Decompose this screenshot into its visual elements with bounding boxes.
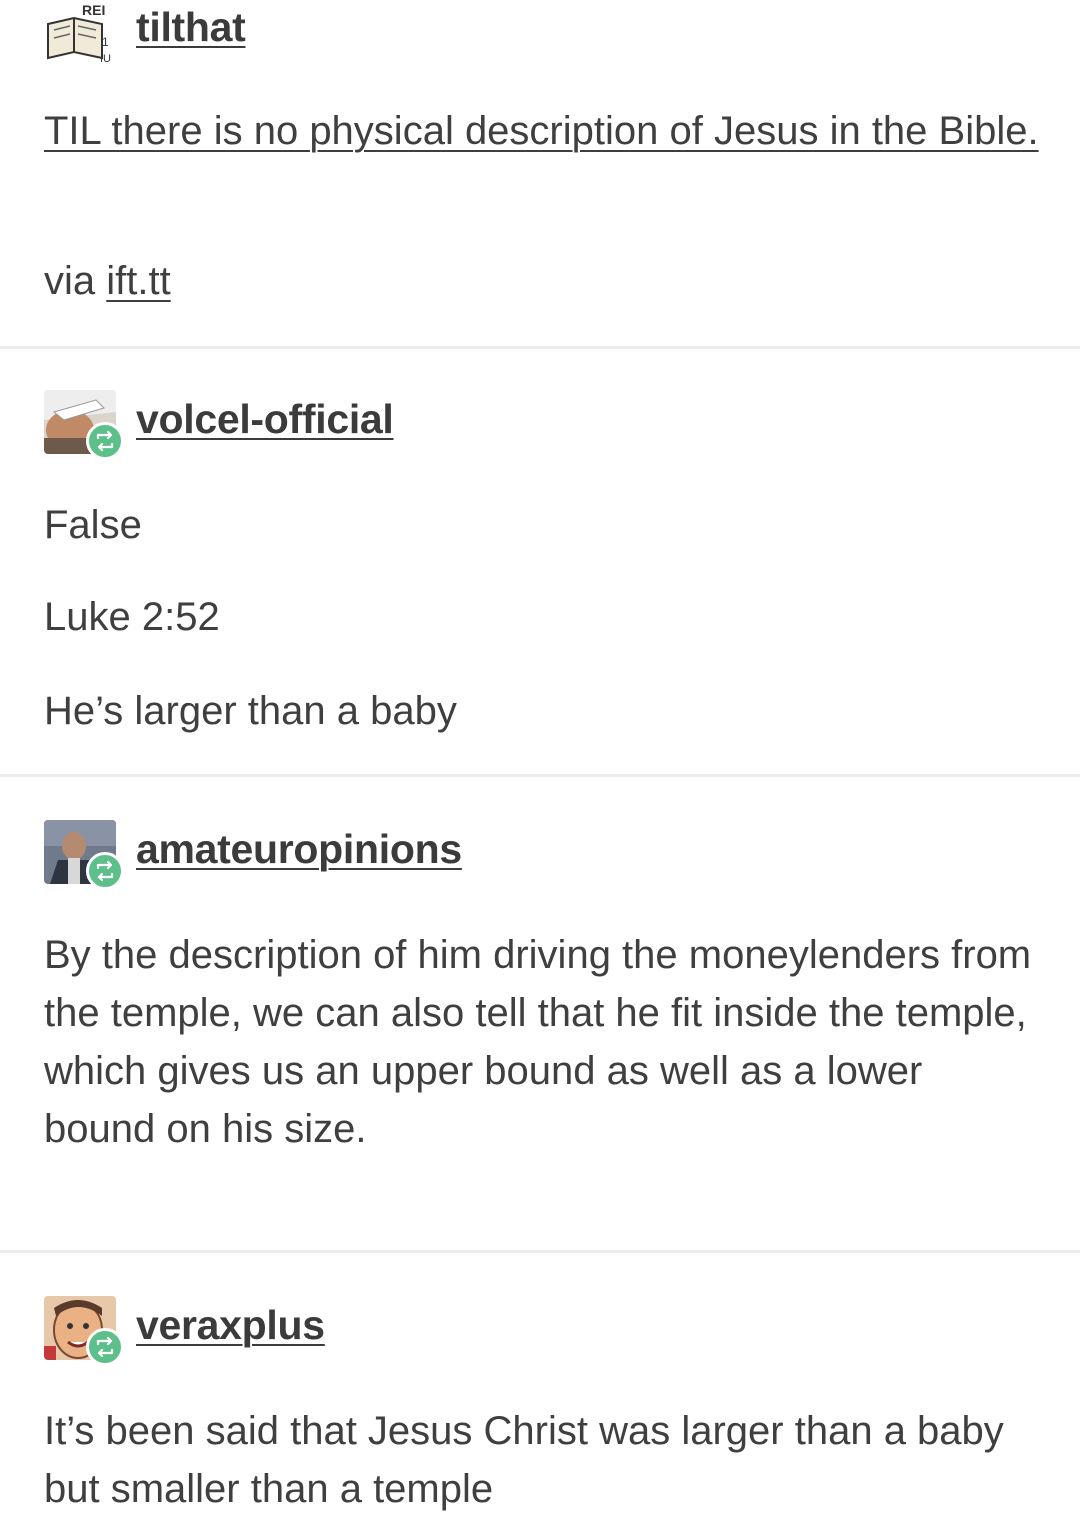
username-link[interactable]: veraxplus [136, 1302, 325, 1349]
reblog-icon [86, 852, 124, 890]
post-line: False [44, 503, 142, 547]
divider [0, 774, 1080, 777]
svg-text:REI: REI [82, 2, 105, 18]
via-line: via ift.tt [44, 252, 1054, 310]
book-avatar-icon: REI 1 IU [44, 2, 116, 66]
post-body: It’s been said that Jesus Christ was lar… [44, 1409, 1004, 1511]
reblog-icon [86, 422, 124, 460]
post-body: By the description of him driving the mo… [44, 933, 1032, 1151]
reblog-icon [86, 1328, 124, 1366]
avatar-tilthat[interactable]: REI 1 IU [44, 2, 116, 66]
svg-text:1: 1 [102, 35, 109, 49]
post-title-link[interactable]: TIL there is no physical description of … [44, 102, 1054, 160]
post-line: He’s larger than a baby [44, 689, 457, 733]
username-link[interactable]: amateuropinions [136, 826, 462, 873]
username-link[interactable]: tilthat [136, 4, 246, 51]
post-title[interactable]: TIL there is no physical description of … [44, 109, 1039, 153]
divider [0, 1250, 1080, 1253]
svg-text:IU: IU [100, 53, 111, 65]
post-line: Luke 2:52 [44, 595, 220, 639]
divider [0, 346, 1080, 349]
via-link[interactable]: ift.tt [106, 259, 170, 303]
username-link[interactable]: volcel-official [136, 396, 394, 443]
via-prefix: via [44, 259, 107, 303]
